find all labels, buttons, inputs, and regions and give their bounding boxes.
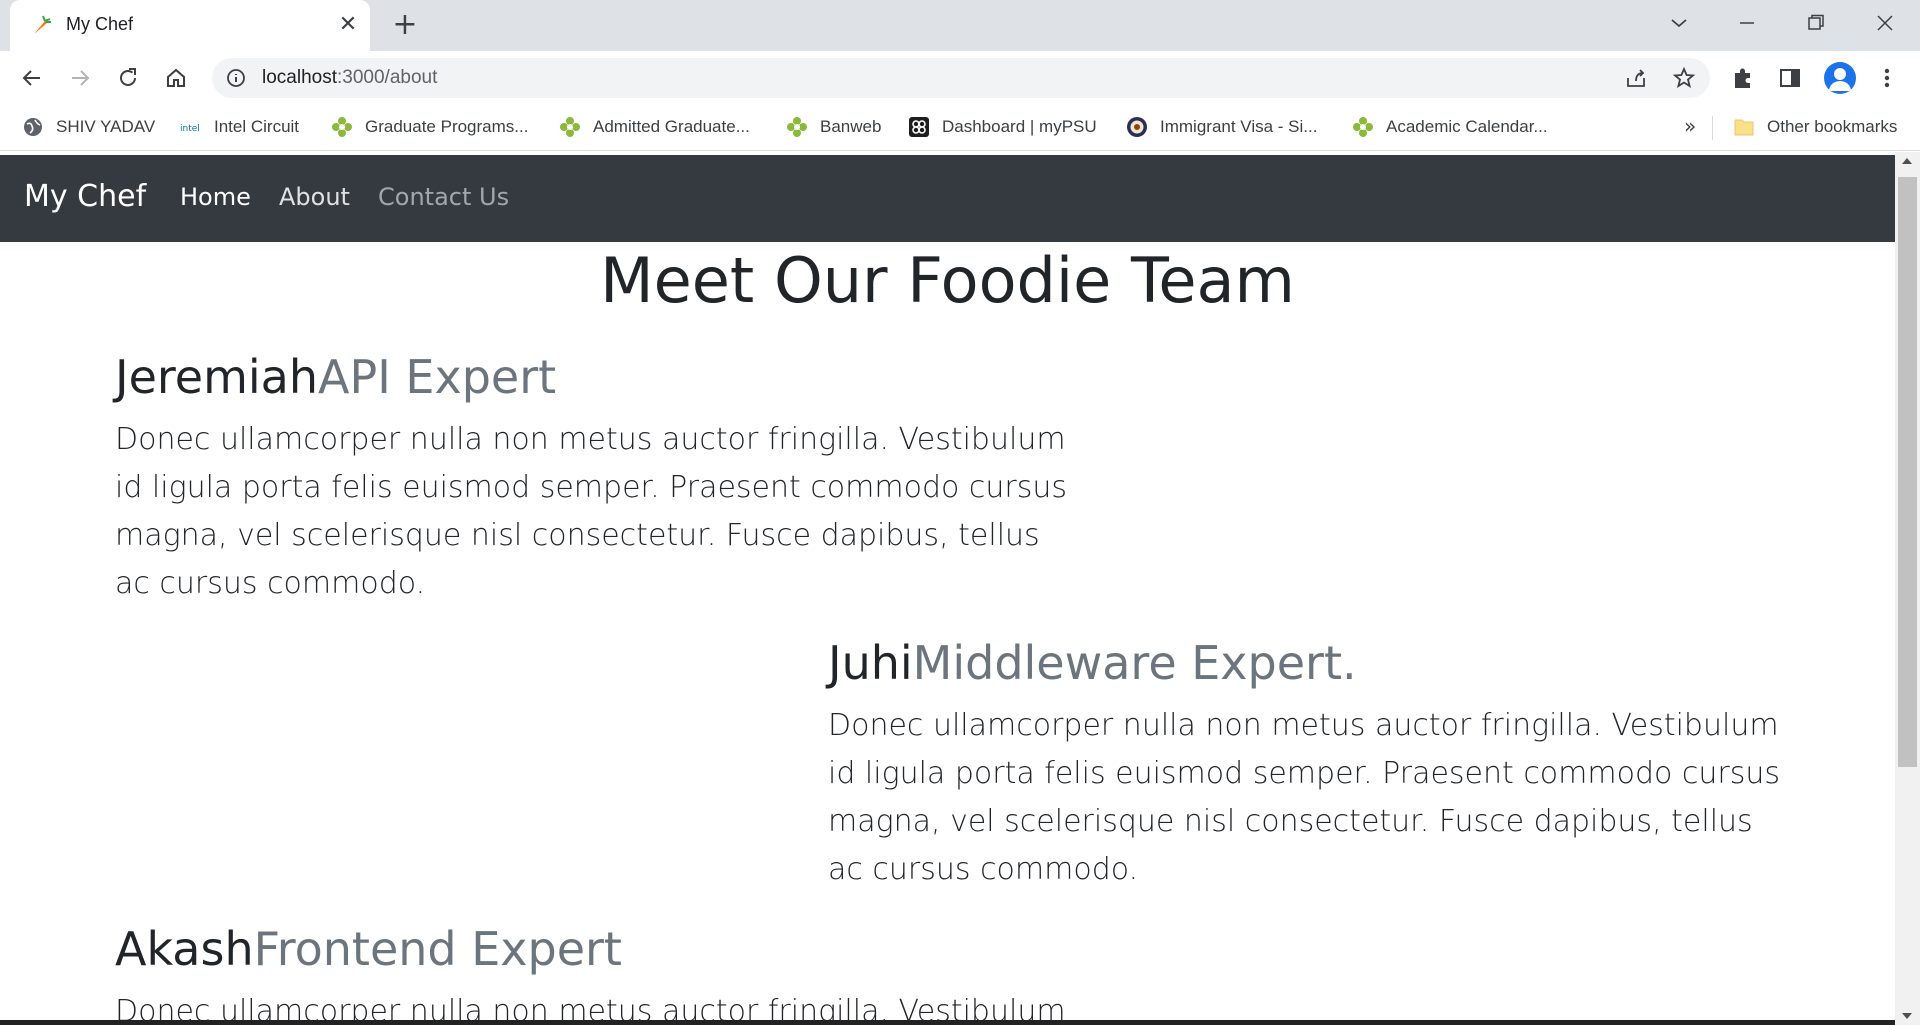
bookmarks-overflow-button[interactable]: » (1684, 114, 1696, 138)
browser-toolbar: localhost:3000/about (0, 51, 1920, 104)
clover-icon (331, 116, 353, 138)
team-member-card: JuhiMiddleware Expert. Donec ullamcorper… (828, 636, 1788, 894)
extensions-icon[interactable] (1729, 64, 1757, 92)
browser-tab[interactable]: My Chef ✕ (10, 0, 370, 51)
url-text[interactable]: localhost:3000/about (262, 67, 437, 89)
member-bio: Donec ullamcorper nulla non metus auctor… (115, 422, 1068, 601)
site-navbar: My Chef Home About Contact Us (0, 155, 1895, 242)
url-host: localhost (262, 67, 337, 88)
scroll-thumb[interactable] (1898, 177, 1917, 767)
tab-search-button[interactable] (1654, 6, 1704, 40)
member-name: Juhi (828, 636, 913, 690)
member-bio: Donec ullamcorper nulla non metus auctor… (828, 708, 1781, 887)
clover-icon (786, 116, 808, 138)
member-role: Frontend Expert (253, 922, 622, 976)
nav-about-link[interactable]: About (279, 183, 350, 211)
team-member-card: JeremiahAPI Expert Donec ullamcorper nul… (115, 350, 1075, 608)
nav-contact-link[interactable]: Contact Us (378, 183, 509, 211)
scroll-down-arrow-icon[interactable] (1902, 1013, 1912, 1019)
page-title: Meet Our Foodie Team (600, 244, 1295, 317)
close-window-button[interactable] (1860, 6, 1910, 40)
folder-icon (1733, 116, 1755, 138)
psu-icon (908, 116, 930, 138)
share-icon[interactable] (1624, 66, 1648, 90)
menu-kebab-icon[interactable] (1873, 64, 1901, 92)
page-viewport: My Chef Home About Contact Us Meet Our F… (0, 152, 1920, 1025)
vertical-scrollbar[interactable] (1895, 152, 1920, 1025)
globe-icon (22, 116, 44, 138)
url-path: :3000/about (337, 67, 438, 88)
forward-button[interactable] (65, 63, 95, 93)
site-info-icon[interactable] (226, 68, 246, 88)
back-button[interactable] (17, 63, 47, 93)
member-name: Jeremiah (115, 350, 319, 404)
member-heading: JuhiMiddleware Expert. (828, 636, 1788, 690)
profile-avatar[interactable] (1824, 62, 1856, 94)
clover-icon (559, 116, 581, 138)
member-heading: AkashFrontend Expert (115, 922, 1075, 976)
minimize-button[interactable] (1722, 6, 1772, 40)
site-brand[interactable]: My Chef (24, 179, 146, 214)
team-member-card: AkashFrontend Expert Donec ullamcorper n… (115, 922, 1075, 1025)
seal-icon (1126, 116, 1148, 138)
bookmarks-divider (1712, 116, 1713, 140)
nav-home-link[interactable]: Home (180, 183, 251, 211)
reload-button[interactable] (113, 63, 143, 93)
side-panel-icon[interactable] (1776, 64, 1804, 92)
member-name: Akash (115, 922, 254, 976)
intel-icon: intel (180, 116, 202, 138)
new-tab-button[interactable]: + (390, 10, 420, 40)
horizontal-edge-bar (0, 1020, 1895, 1025)
member-heading: JeremiahAPI Expert (115, 350, 1075, 404)
bookmark-star-icon[interactable] (1672, 66, 1696, 90)
restore-button[interactable] (1791, 6, 1841, 40)
member-role: Middleware Expert. (912, 636, 1357, 690)
carrot-icon (30, 13, 54, 37)
browser-tabstrip: My Chef ✕ + (0, 0, 1920, 51)
tab-title: My Chef (66, 14, 134, 34)
address-bar[interactable]: localhost:3000/about (212, 58, 1710, 98)
member-role: API Expert (318, 350, 557, 404)
scroll-up-arrow-icon[interactable] (1902, 158, 1912, 164)
home-button[interactable] (161, 63, 191, 93)
svg-text:intel: intel (180, 124, 200, 134)
close-tab-icon[interactable]: ✕ (335, 12, 361, 38)
bookmarks-bar: SHIV YADAV intel Intel Circuit Graduate … (0, 104, 1920, 151)
clover-icon (1352, 116, 1374, 138)
